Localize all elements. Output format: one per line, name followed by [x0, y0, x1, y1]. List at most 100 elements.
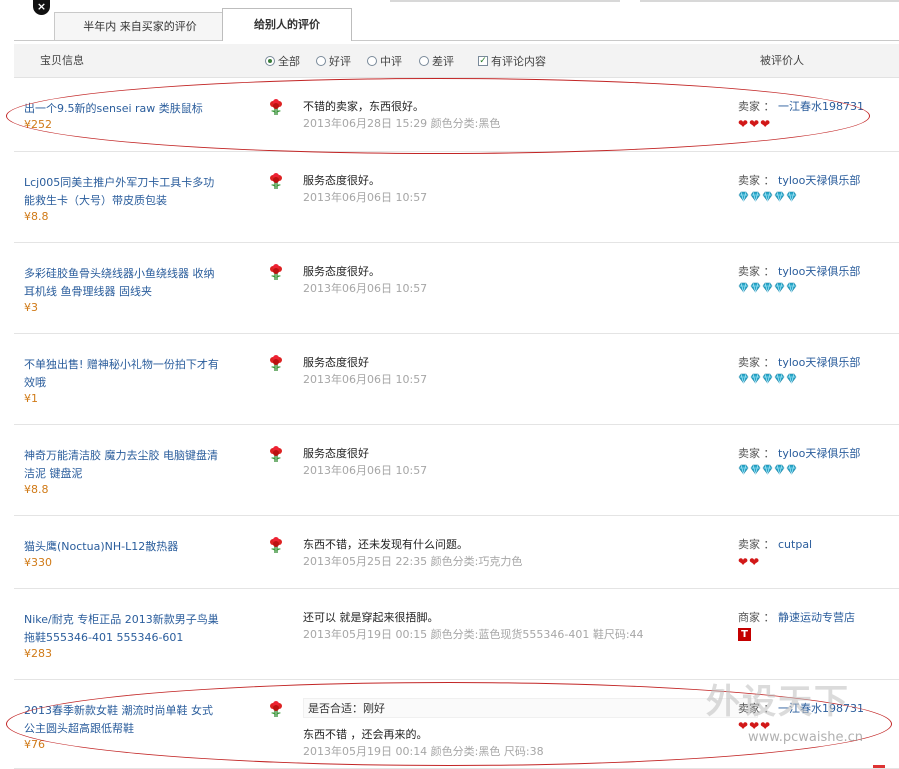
- item-title-link[interactable]: 出一个9.5新的sensei raw 类肤鼠标: [24, 100, 219, 118]
- credit-level: ❤ ❤ ❤: [738, 117, 770, 131]
- tab-buyer-reviews[interactable]: 半年内 来自买家的评价: [54, 12, 226, 40]
- seller-role: 卖家 ：: [738, 265, 775, 278]
- review-comment: 不错的卖家，东西很好。: [303, 100, 424, 113]
- credit-level: ❤ ❤: [738, 555, 759, 569]
- tab-given-reviews[interactable]: 给别人的评价: [222, 8, 352, 41]
- diamond-icon: [762, 373, 773, 385]
- seller-info: 卖家 ： 一江春水198731: [738, 700, 864, 716]
- seller-role: 卖家 ：: [738, 702, 775, 715]
- seller-info: 卖家 ： tyloo天禄俱乐部: [738, 172, 860, 188]
- seller-role: 卖家 ：: [738, 356, 775, 369]
- diamond-icon: [750, 191, 761, 203]
- review-row: 猫头鹰(Noctua)NH-L12散热器 ¥330 东西不错，还未发现有什么问题。 2…: [14, 516, 899, 589]
- item-price: ¥8.8: [24, 483, 49, 496]
- diamond-icon: [750, 282, 761, 294]
- seller-info: 卖家 ： tyloo天禄俱乐部: [738, 445, 860, 461]
- review-comment: 还可以 就是穿起来很捂脚。: [303, 611, 439, 624]
- review-row: Nike/耐克 专柜正品 2013新款男子鸟巢拖鞋555346-401 5553…: [14, 589, 899, 680]
- item-title-link[interactable]: Lcj005同美主推户外军刀卡工具卡多功能救生卡（大号）带皮质包装: [24, 174, 219, 210]
- heart-icon: ❤: [760, 719, 771, 733]
- diamond-icon: [750, 464, 761, 476]
- header-item-info: 宝贝信息: [40, 54, 84, 67]
- heart-icon: ❤: [749, 555, 760, 569]
- review-comment: 服务态度很好。: [303, 265, 380, 278]
- radio-icon[interactable]: [367, 55, 377, 66]
- diamond-icon: [774, 282, 785, 294]
- review-meta: 2013年06月06日 10:57: [303, 464, 428, 477]
- item-price: ¥252: [24, 118, 52, 131]
- seller-role: 卖家 ：: [738, 447, 775, 460]
- heart-icon: ❤: [738, 719, 749, 733]
- table-header: 宝贝信息 全部 好评 中评 差评 ✓ 有评论内容 被评价人: [14, 44, 899, 78]
- header-rated-party: 被评价人: [760, 54, 804, 67]
- review-row: 多彩硅胶鱼骨头绕线器小鱼绕线器 收纳耳机线 鱼骨理线器 固线夹 ¥3 服务态度很好。…: [14, 243, 899, 334]
- radio-icon[interactable]: [316, 55, 326, 66]
- review-meta: 2013年06月06日 10:57: [303, 191, 428, 204]
- seller-name-link[interactable]: tyloo天禄俱乐部: [778, 447, 860, 460]
- item-title-link[interactable]: Nike/耐克 专柜正品 2013新款男子鸟巢拖鞋555346-401 5553…: [24, 611, 219, 647]
- credit-level: [738, 191, 797, 205]
- top-edge: [0, 0, 899, 3]
- diamond-icon: [750, 373, 761, 385]
- item-title-link[interactable]: 2013春季新款女鞋 潮流时尚单鞋 女式公主圆头超高跟低帮鞋: [24, 702, 219, 738]
- item-price: ¥283: [24, 647, 52, 660]
- filter-has-comment[interactable]: ✓ 有评论内容: [478, 44, 546, 77]
- review-comment: 东西不错，还未发现有什么问题。: [303, 538, 468, 551]
- item-title-link[interactable]: 多彩硅胶鱼骨头绕线器小鱼绕线器 收纳耳机线 鱼骨理线器 固线夹: [24, 265, 219, 301]
- item-title-link[interactable]: 神奇万能清洁胶 魔力去尘胶 电脑键盘清洁泥 键盘泥: [24, 447, 219, 483]
- diamond-icon: [786, 191, 797, 203]
- review-comment: 服务态度很好。: [303, 174, 380, 187]
- diamond-icon: [762, 464, 773, 476]
- diamond-icon: [738, 191, 749, 203]
- item-price: ¥8.8: [24, 210, 49, 223]
- item-price: ¥3: [24, 301, 38, 314]
- seller-name-link[interactable]: 一江春水198731: [778, 100, 864, 113]
- item-title-link[interactable]: 猫头鹰(Noctua)NH-L12散热器: [24, 538, 219, 556]
- diamond-icon: [762, 191, 773, 203]
- diamond-icon: [774, 464, 785, 476]
- diamond-icon: [786, 282, 797, 294]
- review-row: Lcj005同美主推户外军刀卡工具卡多功能救生卡（大号）带皮质包装 ¥8.8 服务态…: [14, 152, 899, 243]
- seller-info: 卖家 ： tyloo天禄俱乐部: [738, 263, 860, 279]
- seller-info: 商家 ： 静速运动专营店: [738, 609, 855, 625]
- heart-icon: ❤: [749, 117, 760, 131]
- seller-name-link[interactable]: cutpal: [778, 538, 812, 551]
- review-meta: 2013年05月25日 22:35 颜色分类:巧克力色: [303, 555, 523, 568]
- review-row: 神奇万能清洁胶 魔力去尘胶 电脑键盘清洁泥 键盘泥 ¥8.8 服务态度很好 2013年…: [14, 425, 899, 516]
- filter-neutral[interactable]: 中评: [367, 44, 402, 77]
- filter-bad[interactable]: 差评: [419, 44, 454, 77]
- review-comment: 东西不错 ，还会再来的。: [303, 728, 428, 741]
- radio-icon[interactable]: [419, 55, 429, 66]
- item-title-link[interactable]: 不单独出售! 赠神秘小礼物一份拍下才有效哦: [24, 356, 219, 392]
- item-price: ¥330: [24, 556, 52, 569]
- credit-level: [738, 282, 797, 296]
- diamond-icon: [738, 464, 749, 476]
- seller-name-link[interactable]: 一江春水198731: [778, 702, 864, 715]
- review-extra-info: 是否合适：刚好: [303, 698, 758, 718]
- diamond-icon: [786, 373, 797, 385]
- seller-name-link[interactable]: tyloo天禄俱乐部: [778, 265, 860, 278]
- seller-name-link[interactable]: tyloo天禄俱乐部: [778, 174, 860, 187]
- good-rating-flower-icon: [268, 355, 284, 371]
- good-rating-flower-icon: [268, 701, 284, 717]
- item-price: ¥1: [24, 392, 38, 405]
- seller-role: 卖家 ：: [738, 538, 775, 551]
- filter-all[interactable]: 全部: [265, 44, 300, 77]
- checkbox-icon[interactable]: ✓: [478, 55, 488, 66]
- tab-bar: 半年内 来自买家的评价 给别人的评价: [14, 8, 899, 41]
- heart-icon: ❤: [749, 719, 760, 733]
- review-row: 不单独出售! 赠神秘小礼物一份拍下才有效哦 ¥1 服务态度很好 2013年06月06日…: [14, 334, 899, 425]
- review-meta: 2013年05月19日 00:15 颜色分类:蓝色现货555346-401 鞋尺…: [303, 628, 644, 641]
- good-rating-flower-icon: [268, 99, 284, 115]
- good-rating-flower-icon: [268, 264, 284, 280]
- filter-good[interactable]: 好评: [316, 44, 351, 77]
- diamond-icon: [786, 464, 797, 476]
- review-meta: 2013年06月06日 10:57: [303, 282, 428, 295]
- seller-role: 商家 ：: [738, 611, 775, 624]
- radio-icon[interactable]: [265, 55, 275, 66]
- seller-info: 卖家 ： cutpal: [738, 536, 812, 552]
- seller-name-link[interactable]: 静速运动专营店: [778, 611, 855, 624]
- seller-name-link[interactable]: tyloo天禄俱乐部: [778, 356, 860, 369]
- credit-level: [738, 464, 797, 478]
- diamond-icon: [774, 373, 785, 385]
